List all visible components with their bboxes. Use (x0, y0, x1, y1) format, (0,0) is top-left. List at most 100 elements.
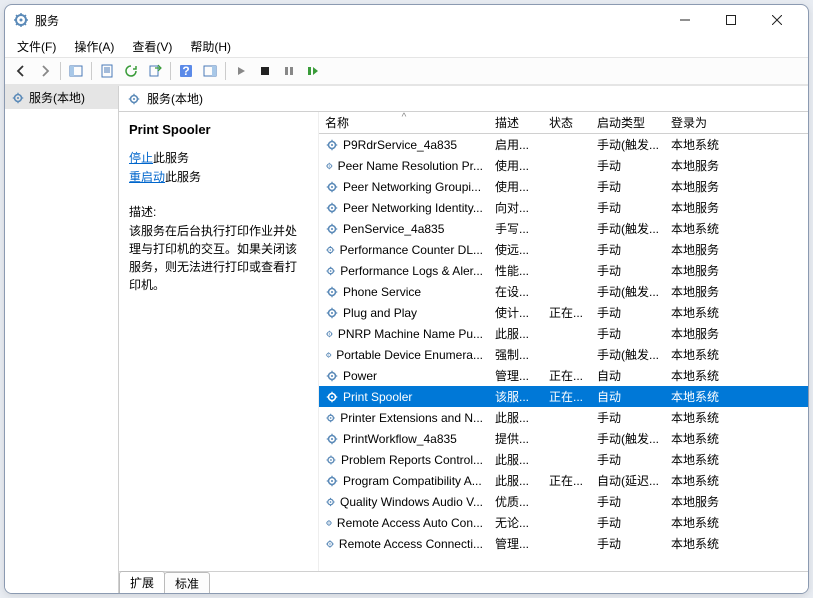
close-button[interactable] (754, 5, 800, 35)
selected-service-name: Print Spooler (129, 122, 308, 137)
service-row[interactable]: Power管理...正在...自动本地系统 (319, 365, 808, 386)
menu-view[interactable]: 查看(V) (124, 36, 180, 57)
menu-help[interactable]: 帮助(H) (182, 36, 239, 57)
cell-name: Plug and Play (319, 306, 489, 320)
window-title: 服务 (35, 12, 59, 29)
service-row[interactable]: Problem Reports Control...此服...手动本地系统 (319, 449, 808, 470)
show-hide-tree-button[interactable] (64, 60, 88, 82)
service-row[interactable]: Performance Counter DL...使远...手动本地服务 (319, 239, 808, 260)
bottom-tabs: 扩展 标准 (119, 571, 808, 593)
cell-desc: 管理... (489, 535, 543, 552)
cell-start: 手动 (591, 199, 665, 216)
cell-logon: 本地服务 (665, 199, 735, 216)
service-row[interactable]: Print Spooler该服...正在...自动本地系统 (319, 386, 808, 407)
col-start[interactable]: 启动类型 (591, 114, 665, 131)
cell-logon: 本地系统 (665, 472, 735, 489)
cell-desc: 提供... (489, 430, 543, 447)
tree-node-services-local[interactable]: 服务(本地) (5, 86, 118, 109)
cell-desc: 优质... (489, 493, 543, 510)
list-body[interactable]: P9RdrService_4a835启用...手动(触发...本地系统Peer … (319, 134, 808, 571)
cell-start: 手动 (591, 241, 665, 258)
cell-start: 自动 (591, 367, 665, 384)
menu-action[interactable]: 操作(A) (66, 36, 122, 57)
service-row[interactable]: Printer Extensions and N...此服...手动本地系统 (319, 407, 808, 428)
cell-logon: 本地系统 (665, 388, 735, 405)
menu-file[interactable]: 文件(F) (9, 36, 64, 57)
cell-start: 自动 (591, 388, 665, 405)
restart-service-link[interactable]: 重启动 (129, 170, 165, 184)
cell-name: PenService_4a835 (319, 222, 489, 236)
cell-name: Peer Name Resolution Pr... (319, 159, 489, 173)
cell-start: 手动 (591, 514, 665, 531)
cell-logon: 本地服务 (665, 283, 735, 300)
col-status[interactable]: 状态 (543, 114, 591, 131)
cell-desc: 无论... (489, 514, 543, 531)
service-row[interactable]: Peer Networking Identity...向对... 手动本地服务 (319, 197, 808, 218)
cell-status: 正在... (543, 472, 591, 489)
cell-desc: 向对... (489, 199, 543, 216)
service-row[interactable]: PrintWorkflow_4a835提供...手动(触发...本地系统 (319, 428, 808, 449)
start-service-button[interactable] (229, 60, 253, 82)
cell-desc: 强制... (489, 346, 543, 363)
cell-desc: 使计... (489, 304, 543, 321)
pause-service-button[interactable] (277, 60, 301, 82)
service-row[interactable]: Remote Access Connecti...管理...手动本地系统 (319, 533, 808, 554)
description-label: 描述: (129, 203, 308, 220)
services-window: 服务 文件(F) 操作(A) 查看(V) 帮助(H) ? 服务(本地) (4, 4, 809, 594)
service-row[interactable]: Performance Logs & Aler...性能...手动本地服务 (319, 260, 808, 281)
toolbar: ? (5, 57, 808, 85)
help-button[interactable]: ? (174, 60, 198, 82)
refresh-button[interactable] (119, 60, 143, 82)
maximize-button[interactable] (708, 5, 754, 35)
cell-desc: 使用... (489, 157, 543, 174)
properties-button[interactable] (95, 60, 119, 82)
service-row[interactable]: Peer Networking Groupi...使用...手动本地服务 (319, 176, 808, 197)
cell-logon: 本地服务 (665, 325, 735, 342)
cell-desc: 管理... (489, 367, 543, 384)
service-row[interactable]: Phone Service在设...手动(触发...本地服务 (319, 281, 808, 302)
titlebar[interactable]: 服务 (5, 5, 808, 35)
cell-desc: 该服... (489, 388, 543, 405)
cell-desc: 使远... (489, 241, 543, 258)
service-row[interactable]: PenService_4a835手写...手动(触发...本地系统 (319, 218, 808, 239)
right-pane: 服务(本地) Print Spooler 停止此服务 重启动此服务 描述: 该服… (119, 86, 808, 593)
col-name[interactable]: 名称 (319, 114, 489, 131)
cell-desc: 此服... (489, 451, 543, 468)
restart-service-button[interactable] (301, 60, 325, 82)
services-list-pane: 名称 描述 状态 启动类型 登录为 P9RdrService_4a835启用..… (319, 112, 808, 571)
cell-name: Peer Networking Identity... (319, 201, 489, 215)
back-button[interactable] (9, 60, 33, 82)
service-row[interactable]: Peer Name Resolution Pr...使用...手动本地服务 (319, 155, 808, 176)
cell-desc: 此服... (489, 325, 543, 342)
forward-button[interactable] (33, 60, 57, 82)
tab-standard[interactable]: 标准 (164, 572, 210, 593)
service-row[interactable]: Plug and Play使计...正在...手动本地系统 (319, 302, 808, 323)
export-button[interactable] (143, 60, 167, 82)
col-desc[interactable]: 描述 (489, 114, 543, 131)
services-gear-icon (11, 91, 25, 105)
service-row[interactable]: Portable Device Enumera...强制...手动(触发...本… (319, 344, 808, 365)
stop-service-link[interactable]: 停止 (129, 151, 153, 165)
show-hide-action-pane-button[interactable] (198, 60, 222, 82)
tree-pane[interactable]: 服务(本地) (5, 86, 119, 593)
stop-service-button[interactable] (253, 60, 277, 82)
tab-extended[interactable]: 扩展 (119, 571, 165, 593)
cell-desc: 在设... (489, 283, 543, 300)
cell-status: 正在... (543, 367, 591, 384)
cell-logon: 本地系统 (665, 430, 735, 447)
cell-logon: 本地系统 (665, 136, 735, 153)
service-row[interactable]: PNRP Machine Name Pu...此服...手动本地服务 (319, 323, 808, 344)
cell-logon: 本地系统 (665, 220, 735, 237)
service-row[interactable]: P9RdrService_4a835启用...手动(触发...本地系统 (319, 134, 808, 155)
services-gear-icon (13, 12, 29, 28)
minimize-button[interactable] (662, 5, 708, 35)
cell-name: Remote Access Connecti... (319, 537, 489, 551)
service-row[interactable]: Program Compatibility A...此服...正在...自动(延… (319, 470, 808, 491)
col-logon[interactable]: 登录为 (665, 114, 735, 131)
cell-start: 手动 (591, 178, 665, 195)
cell-start: 手动 (591, 409, 665, 426)
cell-name: Phone Service (319, 285, 489, 299)
service-row[interactable]: Remote Access Auto Con...无论...手动本地系统 (319, 512, 808, 533)
service-row[interactable]: Quality Windows Audio V...优质...手动本地服务 (319, 491, 808, 512)
right-header: 服务(本地) (119, 86, 808, 112)
